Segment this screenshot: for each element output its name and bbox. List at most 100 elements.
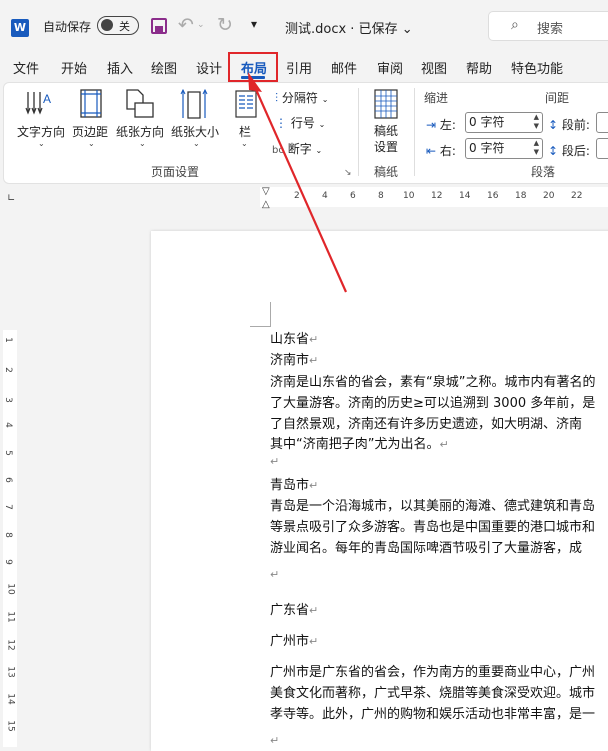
orientation-button[interactable]: 纸张方向 bbox=[116, 123, 164, 140]
autosave-label: 自动保存 bbox=[43, 20, 92, 34]
doc-line[interactable]: 孝寺等。此外，广州的购物和娱乐活动也非常丰富，是一 bbox=[270, 703, 595, 722]
first-line-indent-marker-icon[interactable]: ▽ bbox=[262, 186, 270, 197]
indent-left-label: ⇥ 左: bbox=[426, 116, 456, 133]
ruler-number: 6 bbox=[350, 191, 356, 201]
tab-home[interactable]: 开始 bbox=[61, 58, 87, 78]
vertical-ruler[interactable] bbox=[3, 330, 17, 747]
space-before-input[interactable] bbox=[596, 112, 608, 133]
space-before-icon: ↕ bbox=[548, 118, 559, 132]
size-icon bbox=[180, 88, 208, 120]
tab-design[interactable]: 设计 bbox=[196, 58, 222, 78]
indent-left-input[interactable]: 0 字符 ▲ ▼ bbox=[465, 112, 543, 133]
undo-icon[interactable]: ↶ bbox=[178, 14, 194, 36]
hanging-indent-marker-icon[interactable]: △ bbox=[262, 199, 270, 210]
breaks-button[interactable]: ⫶ 分隔符 ⌄ bbox=[275, 89, 328, 106]
customize-qat-button[interactable]: ▾ bbox=[251, 17, 257, 31]
doc-line-empty[interactable]: ↵ bbox=[270, 733, 279, 748]
line-numbers-icon: ⋮ bbox=[275, 116, 287, 130]
columns-button[interactable]: 栏 bbox=[239, 123, 251, 140]
indent-header: 缩进 bbox=[424, 91, 449, 105]
manuscript-button-line1[interactable]: 稿纸 bbox=[374, 122, 398, 139]
vruler-number: 1 bbox=[2, 337, 13, 343]
tab-selector-icon[interactable]: ∟ bbox=[7, 193, 15, 204]
tab-file[interactable]: 文件 bbox=[13, 58, 39, 78]
page-setup-group-label: 页面设置 bbox=[151, 165, 200, 179]
tab-insert[interactable]: 插入 bbox=[107, 58, 133, 78]
autosave-toggle[interactable]: 关 bbox=[97, 16, 139, 35]
ruler-number: 10 bbox=[403, 191, 415, 201]
tab-help[interactable]: 帮助 bbox=[466, 58, 492, 78]
indent-right-icon: ⇤ bbox=[426, 144, 437, 158]
tab-view[interactable]: 视图 bbox=[421, 58, 447, 78]
ruler-number: 4 bbox=[322, 191, 328, 201]
doc-line[interactable]: 其中“济南把子肉”尤为出名。↵ bbox=[270, 433, 449, 452]
doc-line-text: 山东省 bbox=[270, 332, 310, 347]
ruler-number: 8 bbox=[378, 191, 384, 201]
text-direction-button[interactable]: 文字方向 bbox=[17, 123, 65, 140]
manuscript-button-line2[interactable]: 设置 bbox=[374, 138, 398, 155]
paragraph-mark-icon: ↵ bbox=[309, 635, 319, 648]
size-button[interactable]: 纸张大小 bbox=[171, 123, 219, 140]
hyphenation-button[interactable]: bc 断字 ⌄ bbox=[272, 140, 322, 157]
text-direction-icon: A bbox=[24, 88, 54, 120]
doc-line[interactable]: 山东省↵ bbox=[270, 328, 318, 347]
tab-references[interactable]: 引用 bbox=[286, 58, 312, 78]
indent-left-value: 0 字符 bbox=[469, 115, 505, 129]
space-after-label: ↕ 段后: bbox=[548, 142, 590, 159]
group-divider bbox=[358, 88, 359, 176]
save-icon[interactable] bbox=[151, 18, 167, 34]
spinner-arrows-icon[interactable]: ▲ ▼ bbox=[534, 113, 539, 131]
doc-line-empty[interactable]: ↵ bbox=[270, 567, 279, 582]
chevron-down-icon[interactable]: ⌄ bbox=[193, 139, 200, 148]
doc-line[interactable]: 青岛是一个沿海城市，以其美丽的海滩、德式建筑和青岛 bbox=[270, 495, 595, 514]
paragraph-mark-icon: ↵ bbox=[270, 455, 280, 468]
manuscript-group-label: 稿纸 bbox=[374, 165, 399, 179]
chevron-down-icon[interactable]: ⌄ bbox=[88, 139, 95, 148]
doc-line[interactable]: 等景点吸引了众多游客。青岛也是中国重要的港口城市和 bbox=[270, 516, 595, 535]
doc-line[interactable]: 广东省↵ bbox=[270, 599, 318, 618]
indent-right-input[interactable]: 0 字符 ▲ ▼ bbox=[465, 138, 543, 159]
doc-line[interactable]: 游业闻名。每年的青岛国际啤酒节吸引了大量游客，成 bbox=[270, 537, 582, 556]
hyphenation-label: 断字 bbox=[287, 142, 312, 156]
doc-line[interactable]: 广州市↵ bbox=[270, 630, 318, 649]
doc-line[interactable]: 青岛市↵ bbox=[270, 474, 318, 493]
redo-icon[interactable]: ↻ bbox=[217, 14, 233, 36]
chevron-down-icon[interactable]: ⌄ bbox=[139, 139, 146, 148]
spacing-header: 间距 bbox=[545, 91, 570, 105]
vruler-number: 6 bbox=[2, 477, 13, 483]
line-numbers-label: 行号 bbox=[290, 116, 315, 130]
doc-line[interactable]: 美食文化而著称，广式早茶、烧腊等美食深受欢迎。城市 bbox=[270, 682, 595, 701]
indent-right-label: ⇤ 右: bbox=[426, 142, 456, 159]
vruler-number: 8 bbox=[2, 532, 13, 538]
dialog-launcher-icon[interactable]: ↘ bbox=[344, 168, 352, 178]
tab-draw[interactable]: 绘图 bbox=[151, 58, 177, 78]
tab-mailings[interactable]: 邮件 bbox=[331, 58, 357, 78]
doc-line[interactable]: 济南市↵ bbox=[270, 349, 318, 368]
vruler-number: 10 bbox=[5, 583, 16, 595]
chevron-down-icon[interactable]: ⌄ bbox=[241, 139, 248, 148]
tab-review[interactable]: 审阅 bbox=[377, 58, 403, 78]
space-before-label: ↕ 段前: bbox=[548, 116, 590, 133]
doc-line[interactable]: 了大量游客。济南的历史≥可以追溯到 3000 多年前，是 bbox=[270, 392, 595, 411]
space-after-input[interactable] bbox=[596, 138, 608, 159]
doc-line[interactable]: 济南是山东省的省会，素有“泉城”之称。城市内有著名的 bbox=[270, 371, 595, 390]
doc-line[interactable]: 了自然景观，济南还有许多历史遗迹，如大明湖、济南 bbox=[270, 413, 582, 432]
undo-dropdown-icon[interactable]: ⌄ bbox=[197, 20, 205, 30]
ruler-number: 16 bbox=[487, 191, 499, 201]
spinner-arrows-icon[interactable]: ▲ ▼ bbox=[534, 139, 539, 157]
group-divider bbox=[414, 88, 415, 176]
doc-line[interactable]: 广州市是广东省的省会，作为南方的重要商业中心，广州 bbox=[270, 661, 595, 680]
space-after-text: 段后: bbox=[561, 144, 590, 158]
margins-button[interactable]: 页边距 bbox=[72, 123, 108, 140]
tab-special-features[interactable]: 特色功能 bbox=[511, 58, 563, 78]
line-numbers-button[interactable]: ⋮ 行号 ⌄ bbox=[275, 114, 325, 131]
search-box[interactable]: ⌕ 搜索 bbox=[488, 11, 608, 41]
doc-line-empty[interactable]: ↵ bbox=[270, 454, 279, 469]
document-title[interactable]: 测试.docx · 已保存 ⌄ bbox=[285, 18, 413, 37]
chevron-down-icon[interactable]: ⌄ bbox=[38, 139, 45, 148]
vruler-number: 11 bbox=[5, 611, 16, 623]
paragraph-group-label: 段落 bbox=[531, 165, 556, 179]
indent-right-text: 右: bbox=[439, 144, 456, 158]
breaks-label: 分隔符 bbox=[281, 91, 318, 105]
paragraph-mark-icon: ↵ bbox=[309, 604, 319, 617]
